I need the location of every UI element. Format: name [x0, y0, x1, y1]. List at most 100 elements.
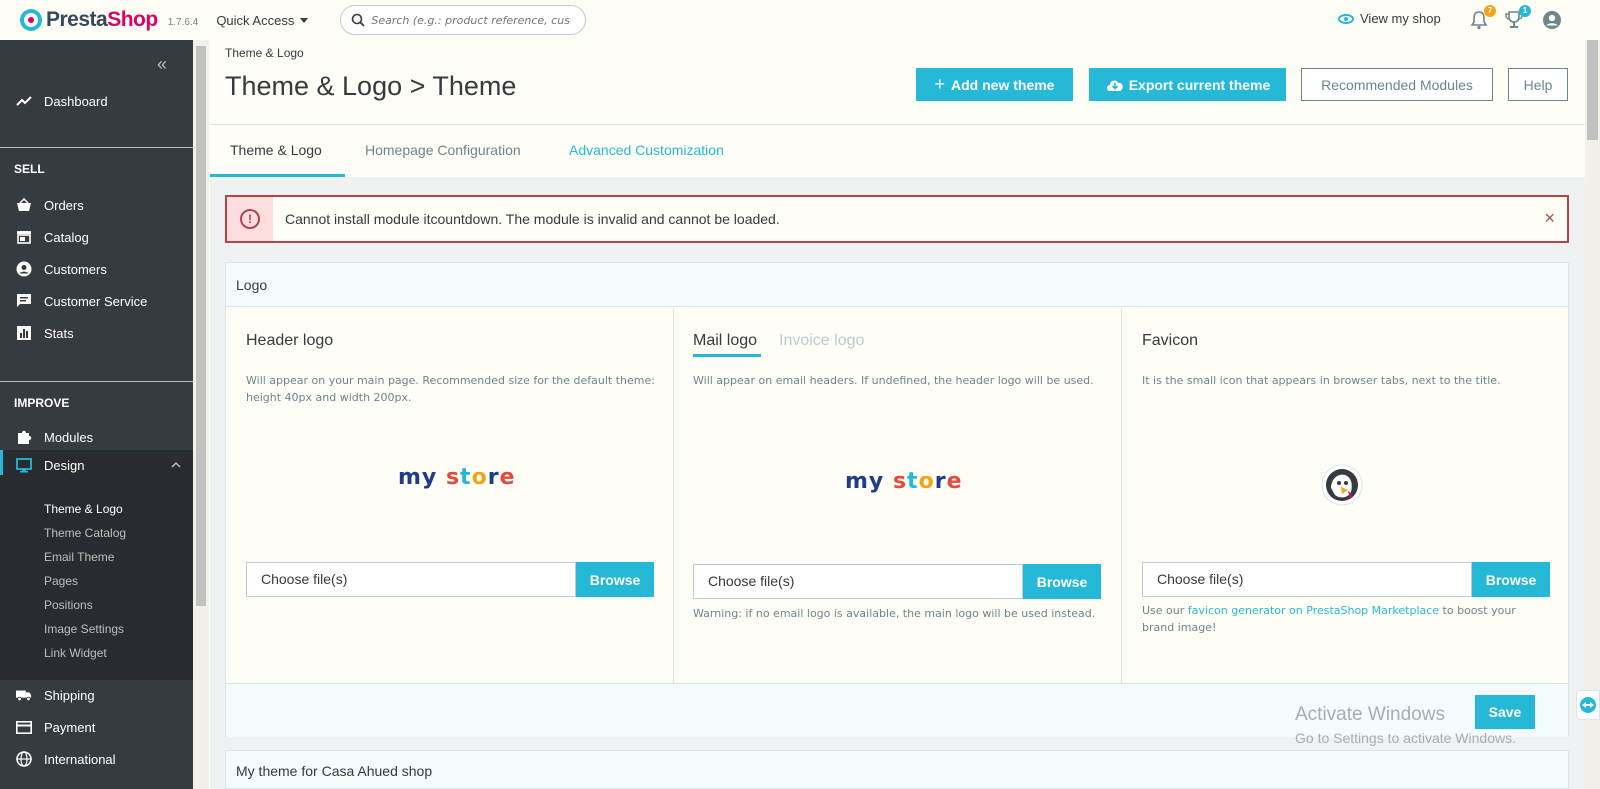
sidebar-item-customers[interactable]: Customers	[0, 254, 193, 284]
header-logo-file-picker[interactable]: Choose file(s) Browse	[246, 562, 654, 597]
active-tab-indicator	[693, 354, 761, 357]
favicon-note: Use our favicon generator on PrestaShop …	[1142, 604, 1516, 634]
globe-icon	[16, 751, 32, 767]
sidebar-item-stats[interactable]: Stats	[0, 318, 193, 348]
store-icon	[16, 229, 32, 245]
sidebar-item-payment[interactable]: Payment	[0, 712, 193, 742]
sidebar-item-dashboard[interactable]: Dashboard	[0, 86, 193, 116]
cloud-download-icon	[1106, 80, 1123, 91]
version-label: 1.7.6.4	[167, 16, 199, 28]
file-input[interactable]: Choose file(s)	[1142, 562, 1472, 597]
tab-mail-logo[interactable]: Mail logo	[693, 332, 757, 350]
brand-name: PrestaShop	[46, 8, 158, 31]
quick-access-dropdown[interactable]: Quick Access	[216, 12, 309, 28]
scrollbar-thumb[interactable]	[1587, 40, 1598, 140]
chevron-up-icon	[171, 461, 181, 468]
tab-invoice-logo[interactable]: Invoice logo	[779, 332, 864, 350]
favicon-image	[1321, 464, 1363, 509]
recommended-modules-button[interactable]: Recommended Modules	[1301, 68, 1493, 101]
sidebar-item-label: Shipping	[44, 687, 95, 703]
browse-button[interactable]: Browse	[1023, 564, 1101, 599]
submenu-item-positions[interactable]: Positions	[44, 598, 93, 612]
basket-icon	[16, 197, 32, 213]
tab-theme-logo[interactable]: Theme & Logo	[230, 142, 322, 158]
submenu-item-pages[interactable]: Pages	[44, 574, 78, 588]
prestashop-logo[interactable]: PrestaShop	[20, 8, 158, 32]
favicon-generator-link[interactable]: favicon generator on PrestaShop Marketpl…	[1188, 604, 1439, 617]
alert-message: Cannot install module itcountdown. The m…	[285, 211, 780, 227]
header-logo-image: my store	[398, 465, 516, 490]
mail-logo-section: Mail logo Invoice logo Will appear on em…	[674, 308, 1121, 683]
remote-support-widget[interactable]	[1576, 690, 1600, 720]
credit-card-icon	[16, 719, 32, 735]
puzzle-icon	[16, 429, 32, 445]
mail-logo-warning: Warning: if no email logo is available, …	[693, 607, 1096, 620]
page-scrollbar[interactable]	[1585, 40, 1600, 789]
browse-button[interactable]: Browse	[576, 562, 654, 597]
file-input[interactable]: Choose file(s)	[246, 562, 576, 597]
sidebar-item-orders[interactable]: Orders	[0, 190, 193, 220]
sidebar-scrollbar[interactable]	[193, 40, 209, 789]
sidebar-item-modules[interactable]: Modules	[0, 422, 193, 452]
mail-logo-file-picker[interactable]: Choose file(s) Browse	[693, 564, 1101, 599]
error-icon: !	[240, 209, 260, 229]
favicon-title: Favicon	[1142, 332, 1199, 349]
truck-icon	[16, 687, 32, 703]
divider	[0, 147, 193, 148]
alert-icon-box: !	[227, 197, 273, 241]
tab-homepage-configuration[interactable]: Homepage Configuration	[365, 142, 521, 158]
sidebar-item-international[interactable]: International	[0, 744, 193, 774]
view-my-shop-link[interactable]: View my shop	[1338, 11, 1441, 26]
submenu-item-theme-catalog[interactable]: Theme Catalog	[44, 526, 126, 540]
prestashop-logo-icon	[20, 9, 42, 31]
close-icon[interactable]: ×	[1544, 208, 1555, 229]
chevron-down-icon	[300, 17, 309, 23]
sidebar-item-label: Catalog	[44, 229, 89, 245]
add-new-theme-button[interactable]: + Add new theme	[916, 68, 1073, 101]
button-label: Help	[1523, 76, 1553, 93]
page-title: Theme & Logo > Theme	[225, 71, 517, 101]
sidebar-item-label: Design	[44, 457, 85, 473]
search-box[interactable]	[340, 5, 587, 35]
submenu-item-email-theme[interactable]: Email Theme	[44, 550, 114, 564]
quick-access-label: Quick Access	[216, 12, 295, 28]
eye-icon	[1338, 13, 1354, 24]
submenu-item-image-settings[interactable]: Image Settings	[44, 622, 124, 636]
bar-chart-icon	[16, 325, 32, 341]
sidebar-item-label: Customers	[44, 261, 107, 277]
scrollbar-thumb[interactable]	[196, 46, 206, 606]
account-button[interactable]	[1542, 10, 1562, 30]
browse-button[interactable]: Browse	[1472, 562, 1550, 597]
submenu-item-link-widget[interactable]: Link Widget	[44, 646, 107, 660]
breadcrumb[interactable]: Theme & Logo	[225, 46, 304, 60]
error-alert: ! Cannot install module itcountdown. The…	[225, 195, 1569, 243]
view-shop-label: View my shop	[1360, 11, 1441, 26]
sidebar-item-label: Orders	[44, 197, 84, 213]
orders-badge: 1	[1519, 5, 1531, 17]
plus-icon: +	[934, 74, 946, 94]
tab-advanced-customization[interactable]: Advanced Customization	[569, 142, 724, 158]
favicon-section: Favicon It is the small icon that appear…	[1122, 308, 1568, 683]
file-input[interactable]: Choose file(s)	[693, 564, 1023, 599]
favicon-file-picker[interactable]: Choose file(s) Browse	[1142, 562, 1550, 597]
sidebar-item-catalog[interactable]: Catalog	[0, 222, 193, 252]
export-current-theme-button[interactable]: Export current theme	[1089, 68, 1286, 101]
orders-trophy-button[interactable]: 1	[1505, 5, 1531, 30]
monitor-icon	[16, 457, 32, 473]
search-icon	[352, 13, 365, 27]
chat-icon	[16, 293, 32, 309]
section-title-improve: IMPROVE	[14, 396, 70, 410]
submenu-item-theme-logo[interactable]: Theme & Logo	[44, 502, 123, 516]
collapse-sidebar-icon[interactable]: «	[157, 54, 167, 75]
search-input[interactable]	[371, 13, 572, 27]
mail-logo-image: my store	[845, 469, 963, 494]
card-title: Logo	[226, 263, 1568, 307]
help-button[interactable]: Help	[1508, 68, 1568, 101]
sidebar-item-label: Customer Service	[44, 293, 148, 309]
trending-up-icon	[16, 93, 32, 109]
sidebar-item-shipping[interactable]: Shipping	[0, 680, 193, 710]
sidebar-item-customer-service[interactable]: Customer Service	[0, 286, 193, 316]
notifications-button[interactable]: 7	[1470, 5, 1496, 30]
sidebar-item-label: Modules	[44, 429, 94, 445]
button-label: Add new theme	[951, 76, 1055, 93]
